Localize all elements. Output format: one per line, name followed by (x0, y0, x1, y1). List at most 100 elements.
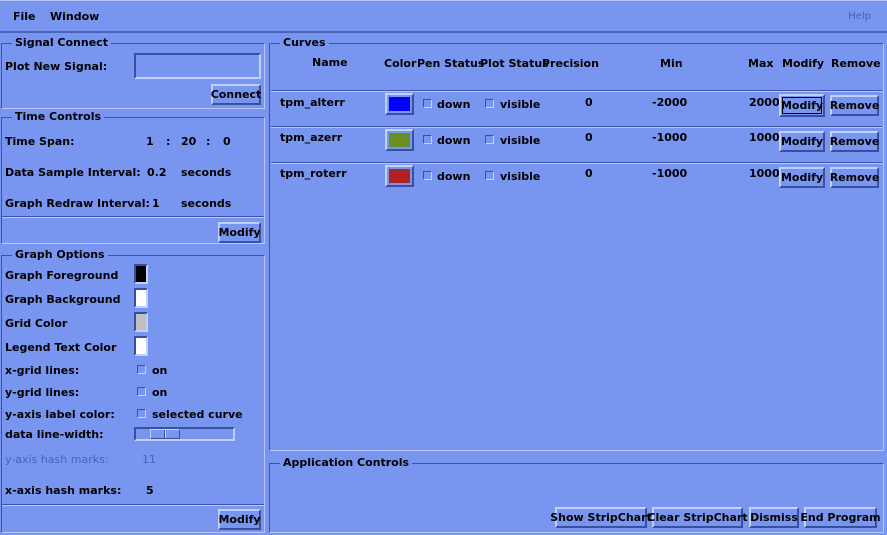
graph-options-title: Graph Options (12, 248, 108, 261)
curve-row-1-modify-button[interactable]: Modify (779, 94, 825, 117)
curve-row-1-pen-status: down (437, 98, 471, 111)
x-grid-lines-checkbox[interactable] (137, 365, 146, 374)
curves-title: Curves (280, 36, 329, 49)
curve-row-3-pen-status: down (437, 170, 471, 183)
y-axis-label-color-checkbox[interactable] (137, 409, 146, 418)
curve-row-1-max: 2000 (749, 96, 780, 109)
y-axis-label-color-value: selected curve (152, 408, 243, 421)
time-controls-separator (2, 216, 264, 218)
legend-text-color-label: Legend Text Color (5, 341, 117, 354)
menu-help[interactable]: Help (848, 11, 871, 22)
curve-row-3-name: tpm_roterr (280, 167, 347, 180)
curve-row-1-precision: 0 (585, 96, 593, 109)
curves-row-separator (271, 126, 882, 128)
time-span-minutes[interactable]: 20 (181, 135, 196, 148)
curve-row-1-pen-checkbox[interactable] (423, 99, 432, 108)
grid-color-swatch[interactable] (134, 312, 148, 332)
time-span-label: Time Span: (5, 135, 75, 148)
curve-row-3-remove-button[interactable]: Remove (830, 167, 879, 188)
graph-options-separator (2, 504, 264, 506)
curve-row-3-plot-checkbox[interactable] (485, 171, 494, 180)
show-stripchart-button[interactable]: Show StripChart (550, 507, 652, 528)
graph-background-swatch[interactable] (134, 288, 148, 308)
curves-header-plot-status: Plot Status (480, 57, 549, 70)
time-controls-title: Time Controls (12, 110, 105, 123)
end-program-button[interactable]: End Program (800, 507, 881, 528)
curves-header-precision: Precision (542, 57, 599, 70)
plot-new-signal-input[interactable] (134, 53, 261, 79)
curve-row-2-plot-status: visible (500, 134, 541, 147)
curve-row-1-plot-status: visible (500, 98, 541, 111)
curve-row-1-min: -2000 (652, 96, 688, 109)
curve-row-2-name: tpm_azerr (280, 131, 343, 144)
data-sample-interval-value[interactable]: 0.2 (147, 166, 167, 179)
curve-row-2-min: -1000 (652, 131, 688, 144)
curve-row-3-pen-checkbox[interactable] (423, 171, 432, 180)
curves-header-remove: Remove (831, 57, 881, 70)
curve-row-2-precision: 0 (585, 131, 593, 144)
graph-foreground-swatch[interactable] (134, 264, 148, 284)
curve-row-2-pen-status: down (437, 134, 471, 147)
data-sample-interval-label: Data Sample Interval: (5, 166, 141, 179)
time-span-hours[interactable]: 1 (146, 135, 154, 148)
signal-connect-title: Signal Connect (12, 36, 111, 49)
curve-row-3-min: -1000 (652, 167, 688, 180)
connect-button[interactable]: Connect (211, 84, 261, 105)
curve-row-3-precision: 0 (585, 167, 593, 180)
curve-row-1-plot-checkbox[interactable] (485, 99, 494, 108)
application-controls-title: Application Controls (280, 456, 413, 469)
curves-header-color: Color (384, 57, 417, 70)
curve-row-2-pen-checkbox[interactable] (423, 135, 432, 144)
curve-row-2-max: 1000 (749, 131, 780, 144)
y-axis-hash-marks-label: y-axis hash marks: (5, 453, 109, 466)
curves-header-pen-status: Pen Status (417, 57, 485, 70)
graph-foreground-label: Graph Foreground (5, 269, 119, 282)
y-axis-hash-marks-value: 11 (142, 453, 156, 466)
graph-options-modify-button[interactable]: Modify (218, 509, 261, 530)
curve-row-1-remove-button[interactable]: Remove (830, 95, 879, 116)
y-grid-lines-label: y-grid lines: (5, 386, 80, 399)
clear-stripchart-button[interactable]: Clear StripChart (647, 507, 748, 528)
grid-color-label: Grid Color (5, 317, 68, 330)
graph-background-label: Graph Background (5, 293, 121, 306)
graph-redraw-interval-unit: seconds (181, 197, 232, 210)
data-line-width-slider-thumb[interactable] (150, 429, 180, 439)
curve-row-2-plot-checkbox[interactable] (485, 135, 494, 144)
y-grid-lines-checkbox[interactable] (137, 387, 146, 396)
curve-row-2-color-button[interactable] (385, 129, 414, 151)
curves-row-separator (271, 90, 882, 92)
dismiss-button[interactable]: Dismiss (749, 507, 799, 528)
curve-row-3-max: 1000 (749, 167, 780, 180)
curve-row-3-modify-button[interactable]: Modify (779, 167, 825, 188)
curves-header-min: Min (660, 57, 683, 70)
time-span-colon-2: : (206, 135, 211, 148)
curve-row-3-plot-status: visible (500, 170, 541, 183)
time-span-seconds[interactable]: 0 (223, 135, 231, 148)
data-line-width-label: data line-width: (5, 428, 104, 441)
x-grid-lines-label: x-grid lines: (5, 364, 80, 377)
menu-window[interactable]: Window (50, 10, 99, 23)
curves-row-separator (271, 162, 882, 164)
x-grid-lines-value: on (152, 364, 168, 377)
x-axis-hash-marks-label: x-axis hash marks: (5, 484, 122, 497)
x-axis-hash-marks-value[interactable]: 5 (146, 484, 154, 497)
y-grid-lines-value: on (152, 386, 168, 399)
data-line-width-slider[interactable] (134, 427, 235, 441)
y-axis-label-color-label: y-axis label color: (5, 408, 115, 421)
curves-header-max: Max (748, 57, 774, 70)
curve-row-1-name: tpm_alterr (280, 96, 345, 109)
legend-text-color-swatch[interactable] (134, 336, 148, 356)
curve-row-2-modify-button[interactable]: Modify (779, 131, 825, 152)
time-span-colon-1: : (166, 135, 171, 148)
menu-bar: File Window Help (0, 0, 887, 33)
curve-row-3-color-button[interactable] (385, 165, 414, 187)
graph-redraw-interval-value[interactable]: 1 (152, 197, 160, 210)
menu-file[interactable]: File (13, 10, 36, 23)
curve-row-1-color-button[interactable] (385, 93, 414, 115)
curve-row-2-remove-button[interactable]: Remove (830, 131, 879, 152)
plot-new-signal-label: Plot New Signal: (5, 60, 108, 73)
data-sample-interval-unit: seconds (181, 166, 232, 179)
graph-redraw-interval-label: Graph Redraw Interval: (5, 197, 150, 210)
time-controls-modify-button[interactable]: Modify (218, 222, 261, 243)
curves-header-modify: Modify (782, 57, 825, 70)
